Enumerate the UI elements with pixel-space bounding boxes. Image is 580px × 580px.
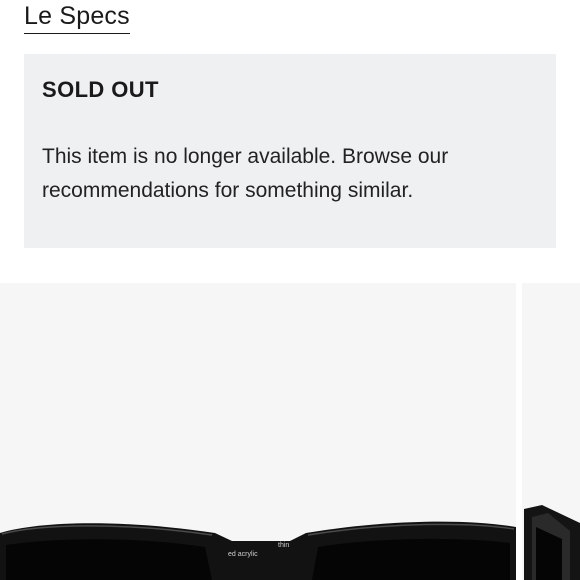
- product-page: Le Specs SOLD OUT This item is no longer…: [0, 0, 580, 580]
- product-image-main[interactable]: thin ed acrylic: [0, 283, 516, 580]
- sold-out-notice: SOLD OUT This item is no longer availabl…: [24, 54, 556, 248]
- sold-out-message: This item is no longer available. Browse…: [42, 145, 449, 202]
- sunglasses-side-image: [524, 505, 580, 580]
- frame-engraving-bottom: ed acrylic: [228, 551, 258, 558]
- sold-out-heading: SOLD OUT: [42, 77, 159, 102]
- sunglasses-image: thin ed acrylic: [0, 521, 516, 580]
- brand-link[interactable]: Le Specs: [24, 0, 130, 34]
- product-image-next[interactable]: [522, 283, 580, 580]
- product-image-gallery[interactable]: thin ed acrylic: [0, 283, 580, 580]
- frame-engraving-top: thin: [278, 542, 289, 549]
